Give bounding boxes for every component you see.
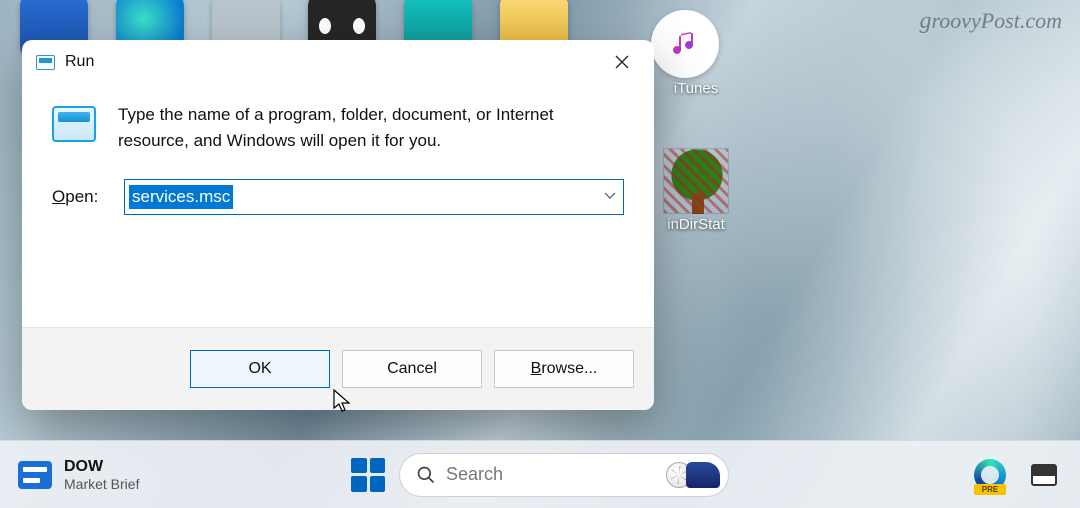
desktop-icon-label: inDirStat [651, 216, 741, 233]
cancel-button[interactable]: Cancel [342, 350, 482, 388]
taskbar-widget[interactable]: DOW Market Brief [18, 458, 139, 492]
widget-subtitle: Market Brief [64, 476, 139, 492]
task-view-icon [1031, 464, 1057, 486]
open-label: Open: [52, 187, 108, 207]
desktop-icon-itunes[interactable]: iTunes [651, 10, 741, 97]
search-icon [416, 465, 436, 485]
widget-icon [18, 461, 52, 489]
combobox-dropdown[interactable] [603, 188, 617, 207]
cleat-icon [686, 462, 720, 488]
run-titlebar[interactable]: Run [22, 40, 654, 84]
open-combobox[interactable]: services.msc [124, 179, 624, 215]
close-button[interactable] [600, 44, 644, 80]
open-input-value[interactable]: services.msc [129, 185, 233, 209]
run-title: Run [65, 53, 94, 71]
search-placeholder: Search [446, 464, 656, 485]
run-body: Type the name of a program, folder, docu… [22, 84, 654, 237]
desktop-icon-windirstat[interactable]: inDirStat [651, 148, 741, 233]
browse-button[interactable]: Browse... [494, 350, 634, 388]
windirstat-icon [663, 148, 729, 214]
edge-pre-badge: PRE [974, 484, 1006, 495]
itunes-icon [651, 10, 719, 78]
close-icon [614, 54, 630, 70]
widget-title: DOW [64, 458, 139, 476]
watermark-text: groovyPost.com [919, 8, 1062, 35]
start-button[interactable] [351, 458, 385, 492]
taskbar: DOW Market Brief Search PRE [0, 440, 1080, 508]
run-title-icon [36, 55, 55, 70]
watermark-label: roovyPost.com [931, 8, 1062, 33]
taskbar-search[interactable]: Search [399, 453, 729, 497]
run-description: Type the name of a program, folder, docu… [118, 102, 624, 153]
search-highlight-badge [666, 462, 720, 488]
task-view-button[interactable] [1026, 457, 1062, 493]
taskbar-edge-preview[interactable]: PRE [972, 457, 1008, 493]
run-program-icon [52, 106, 96, 142]
ok-button[interactable]: OK [190, 350, 330, 388]
chevron-down-icon [603, 188, 617, 202]
run-dialog: Run Type the name of a program, folder, … [22, 40, 654, 410]
desktop-icon-label: iTunes [651, 80, 741, 97]
run-footer: OK Cancel Browse... [22, 327, 654, 410]
desktop-background: groovyPost.com iTunes inDirStat Run T [0, 0, 1080, 508]
